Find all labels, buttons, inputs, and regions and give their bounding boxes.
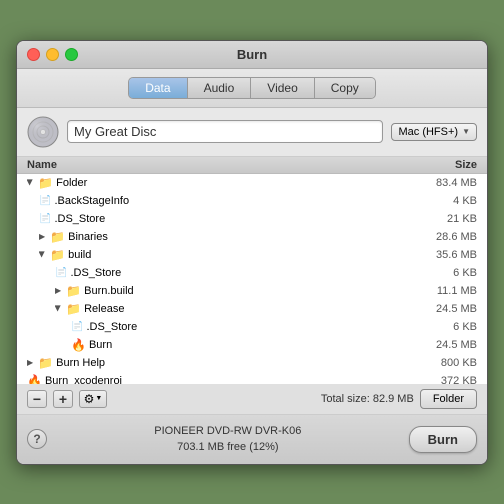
main-window: Burn Data Audio Video Copy Mac	[16, 40, 488, 465]
expand-icon[interactable]: ▶	[27, 179, 35, 185]
total-size-label: Total size: 82.9 MB	[113, 393, 414, 405]
drive-bar: ? PIONEER DVD-RW DVR-K06 703.1 MB free (…	[17, 415, 487, 464]
list-item[interactable]: 📄 .DS_Store 6 KB	[17, 264, 487, 282]
gear-arrow-icon: ▼	[95, 395, 102, 402]
list-item[interactable]: ▶ 📁 build 35.6 MB	[17, 246, 487, 264]
tab-copy[interactable]: Copy	[315, 78, 375, 98]
file-name-text: Binaries	[68, 231, 108, 243]
file-size-text: 4 KB	[417, 195, 477, 207]
expand-icon[interactable]: ▶	[39, 251, 47, 257]
format-select[interactable]: Mac (HFS+) ▼	[391, 123, 477, 141]
file-list[interactable]: ▶ 📁 Folder 83.4 MB 📄 .BackStageInfo 4 KB…	[17, 174, 487, 384]
disc-row: Mac (HFS+) ▼	[17, 108, 487, 157]
list-item[interactable]: 🔥 Burn_xcodenroi 372 KB	[17, 372, 487, 384]
column-size-header: Size	[455, 159, 477, 171]
file-size-text: 21 KB	[417, 213, 477, 225]
expand-icon[interactable]: ▶	[55, 286, 61, 295]
file-name-text: .BackStageInfo	[54, 195, 129, 207]
tab-video[interactable]: Video	[251, 78, 314, 98]
file-name-text: Burn.build	[84, 285, 134, 297]
list-item[interactable]: 📄 .BackStageInfo 4 KB	[17, 192, 487, 210]
tab-audio[interactable]: Audio	[188, 78, 252, 98]
traffic-lights	[27, 48, 78, 61]
drive-free: 703.1 MB free (12%)	[55, 439, 401, 456]
file-name-text: .DS_Store	[54, 213, 105, 225]
maximize-button[interactable]	[65, 48, 78, 61]
list-item[interactable]: ▶ 📁 Release 24.5 MB	[17, 300, 487, 318]
folder-icon: 📁	[66, 284, 81, 298]
minimize-button[interactable]	[46, 48, 59, 61]
file-size-text: 800 KB	[417, 357, 477, 369]
folder-button[interactable]: Folder	[420, 389, 477, 409]
app-icon: 🔥	[71, 338, 86, 352]
file-size-text: 24.5 MB	[417, 303, 477, 315]
folder-icon: 📁	[38, 356, 53, 370]
folder-icon: 📁	[50, 230, 65, 244]
file-size-text: 83.4 MB	[417, 177, 477, 189]
file-name-text: Folder	[56, 177, 87, 189]
list-item[interactable]: 🔥 Burn 24.5 MB	[17, 336, 487, 354]
file-icon: 📄	[55, 267, 67, 278]
list-item[interactable]: ▶ 📁 Binaries 28.6 MB	[17, 228, 487, 246]
disc-icon	[27, 116, 59, 148]
add-button[interactable]: +	[53, 390, 73, 408]
view-segmented-control: Data Audio Video Copy	[128, 77, 376, 99]
window-title: Burn	[237, 47, 267, 62]
file-list-header: Name Size	[17, 157, 487, 174]
gear-button[interactable]: ⚙ ▼	[79, 390, 107, 408]
file-name-text: .DS_Store	[86, 321, 137, 333]
list-item[interactable]: 📄 .DS_Store 6 KB	[17, 318, 487, 336]
list-item[interactable]: ▶ 📁 Folder 83.4 MB	[17, 174, 487, 192]
drive-info: PIONEER DVD-RW DVR-K06 703.1 MB free (12…	[55, 423, 401, 456]
drive-name: PIONEER DVD-RW DVR-K06	[55, 423, 401, 440]
file-size-text: 28.6 MB	[417, 231, 477, 243]
file-icon: 📄	[39, 195, 51, 206]
file-size-text: 35.6 MB	[417, 249, 477, 261]
format-arrow-icon: ▼	[462, 127, 470, 136]
help-button[interactable]: ?	[27, 429, 47, 449]
remove-button[interactable]: −	[27, 390, 47, 408]
folder-icon: 📁	[66, 302, 81, 316]
app-icon: 🔥	[27, 374, 42, 384]
expand-icon[interactable]: ▶	[55, 305, 63, 311]
titlebar: Burn	[17, 41, 487, 69]
file-icon: 📄	[39, 213, 51, 224]
file-name-text: Release	[84, 303, 124, 315]
list-item[interactable]: ▶ 📁 Burn Help 800 KB	[17, 354, 487, 372]
list-item[interactable]: ▶ 📁 Burn.build 11.1 MB	[17, 282, 487, 300]
file-icon: 📄	[71, 321, 83, 332]
list-item[interactable]: 📄 .DS_Store 21 KB	[17, 210, 487, 228]
file-size-text: 11.1 MB	[417, 285, 477, 297]
file-name-text: Burn	[89, 339, 112, 351]
file-name-text: Burn_xcodenroi	[45, 375, 122, 384]
file-size-text: 6 KB	[417, 267, 477, 279]
file-name-text: build	[68, 249, 91, 261]
toolbar: Data Audio Video Copy	[17, 69, 487, 108]
expand-icon[interactable]: ▶	[27, 358, 33, 367]
folder-icon: 📁	[50, 248, 65, 262]
column-name-header: Name	[27, 159, 57, 171]
bottom-bar: − + ⚙ ▼ Total size: 82.9 MB Folder	[17, 384, 487, 415]
tab-data[interactable]: Data	[129, 78, 187, 98]
file-name-text: .DS_Store	[70, 267, 121, 279]
disc-name-input[interactable]	[67, 120, 383, 143]
file-size-text: 372 KB	[417, 375, 477, 384]
file-size-text: 6 KB	[417, 321, 477, 333]
gear-icon: ⚙	[84, 392, 95, 406]
expand-icon[interactable]: ▶	[39, 232, 45, 241]
burn-button[interactable]: Burn	[409, 426, 477, 453]
close-button[interactable]	[27, 48, 40, 61]
format-label: Mac (HFS+)	[398, 126, 458, 138]
folder-icon: 📁	[38, 176, 53, 190]
file-name-text: Burn Help	[56, 357, 105, 369]
file-size-text: 24.5 MB	[417, 339, 477, 351]
